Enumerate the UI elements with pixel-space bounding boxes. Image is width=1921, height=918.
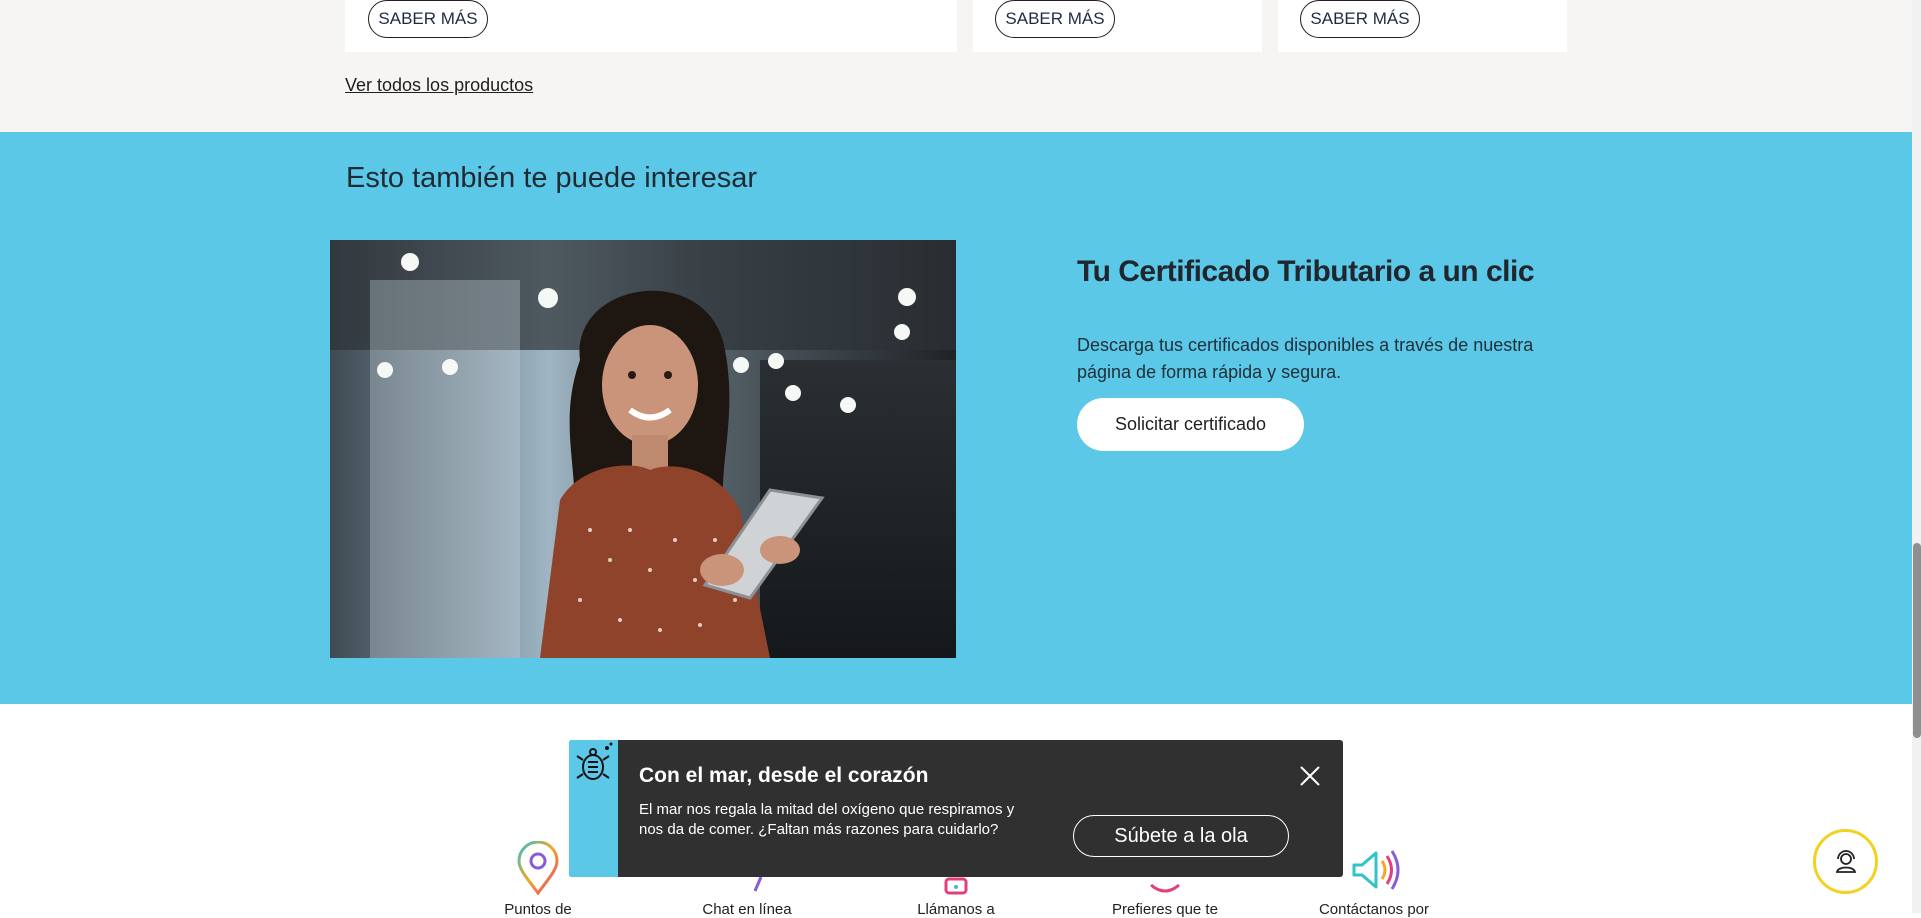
contact-label: Chat en línea bbox=[702, 901, 792, 918]
promo-image bbox=[330, 240, 956, 658]
product-card: SABER MÁS bbox=[973, 0, 1262, 52]
product-card: SABER MÁS bbox=[1278, 0, 1567, 52]
help-button[interactable] bbox=[1813, 829, 1878, 894]
popup-description: El mar nos regala la mitad del oxígeno q… bbox=[639, 801, 1015, 838]
scrollbar-track bbox=[1912, 0, 1921, 913]
contact-label: Prefieres que te bbox=[1112, 901, 1218, 918]
contact-label: Contáctanos por bbox=[1318, 901, 1430, 918]
close-icon[interactable] bbox=[1298, 764, 1322, 788]
support-agent-icon bbox=[1835, 849, 1856, 873]
promo-description: Descarga tus certificados disponibles a … bbox=[1077, 335, 1534, 382]
scrollbar-thumb[interactable] bbox=[1913, 543, 1921, 738]
turtle-icon bbox=[576, 742, 613, 780]
interest-section bbox=[0, 132, 1912, 704]
subete-a-la-ola-button[interactable]: Súbete a la ola bbox=[1073, 815, 1289, 857]
contact-label: Puntos de bbox=[504, 901, 572, 918]
saber-mas-button[interactable]: SABER MÁS bbox=[1300, 0, 1420, 38]
saber-mas-button[interactable]: SABER MÁS bbox=[995, 0, 1115, 38]
product-card: SABER MÁS bbox=[345, 0, 957, 52]
popup-title: Con el mar, desde el corazón bbox=[639, 764, 929, 787]
popup-accent-strip bbox=[569, 740, 618, 877]
products-section: SABER MÁS SABER MÁS SABER MÁS Ver todos … bbox=[0, 0, 1912, 132]
promo-title: Tu Certificado Tributario a un clic bbox=[1077, 255, 1535, 288]
view-all-products-link[interactable]: Ver todos los productos bbox=[345, 75, 533, 96]
section-title: Esto también te puede interesar bbox=[346, 162, 758, 194]
sea-campaign-popup: Con el mar, desde el corazón El mar nos … bbox=[569, 740, 1343, 877]
saber-mas-button[interactable]: SABER MÁS bbox=[368, 0, 488, 38]
solicitar-certificado-button[interactable]: Solicitar certificado bbox=[1077, 398, 1304, 451]
contact-label: Llámanos a bbox=[917, 901, 995, 918]
